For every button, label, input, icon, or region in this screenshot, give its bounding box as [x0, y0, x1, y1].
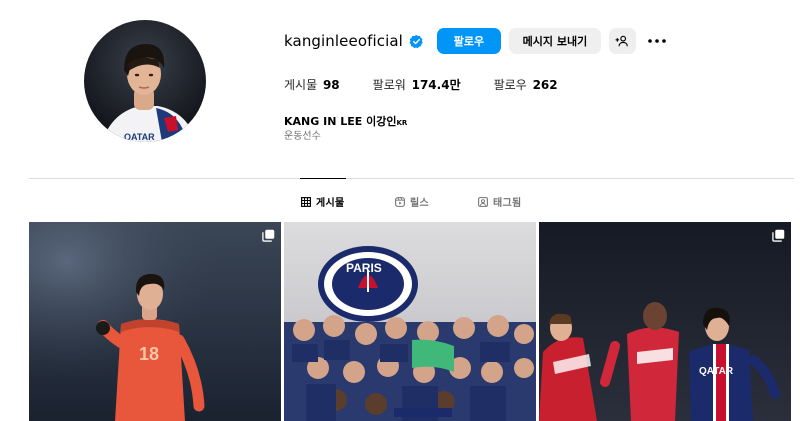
tab-tagged[interactable]: 태그됨	[478, 194, 522, 209]
svg-text:QATAR: QATAR	[124, 132, 155, 142]
sponsor-text: QATAR	[699, 366, 734, 377]
stat-following-value: 262	[532, 78, 558, 92]
avatar-image: QATAR	[84, 20, 206, 142]
stat-posts: 게시물 98	[284, 76, 340, 93]
tab-tagged-label: 태그됨	[493, 198, 522, 209]
more-options-icon[interactable]	[646, 28, 668, 54]
stat-posts-value: 98	[322, 78, 340, 92]
follow-button[interactable]: 팔로우	[436, 28, 501, 54]
profile-stats: 게시물 98 팔로워 174.4만 팔로우 262	[284, 76, 591, 93]
stat-followers-value: 174.4만	[411, 78, 461, 92]
stat-following-label: 팔로우	[493, 78, 527, 92]
tabs-divider	[29, 178, 794, 179]
post-image: QATAR	[539, 222, 791, 421]
stat-followers[interactable]: 팔로워 174.4만	[373, 76, 461, 93]
suggest-accounts-button[interactable]	[608, 28, 636, 54]
profile-category: 운동선수	[284, 131, 321, 142]
grid-icon	[301, 196, 311, 207]
tab-reels[interactable]: 릴스	[395, 194, 429, 209]
post-image: PARIS	[284, 222, 536, 421]
post-tile[interactable]: QATAR	[539, 222, 791, 421]
message-button[interactable]: 메시지 보내기	[508, 28, 601, 54]
profile-header: kanginleeoficial 팔로우 메시지 보내기	[284, 27, 668, 55]
stat-following[interactable]: 팔로우 262	[494, 76, 558, 93]
tab-reels-label: 릴스	[410, 198, 429, 209]
tagged-icon	[478, 196, 488, 207]
multiple-posts-icon	[262, 229, 275, 242]
add-person-icon	[616, 35, 629, 47]
profile-avatar[interactable]: QATAR	[84, 20, 206, 142]
verified-badge-icon	[409, 34, 424, 49]
post-tile[interactable]: PARIS	[284, 222, 536, 421]
stat-posts-label: 게시물	[284, 78, 318, 92]
tab-posts[interactable]: 게시물	[301, 194, 345, 209]
stat-followers-label: 팔로워	[372, 78, 406, 92]
post-tile[interactable]: 18	[29, 222, 281, 421]
jersey-number: 18	[139, 344, 159, 364]
tab-posts-label: 게시물	[316, 198, 345, 209]
multiple-posts-icon	[772, 229, 785, 242]
username: kanginleeoficial	[284, 32, 403, 50]
active-tab-indicator	[300, 178, 346, 179]
crest-text: PARIS	[346, 261, 382, 275]
post-image: 18	[29, 222, 281, 421]
country-flag: KR	[396, 119, 408, 127]
reels-icon	[395, 196, 405, 207]
